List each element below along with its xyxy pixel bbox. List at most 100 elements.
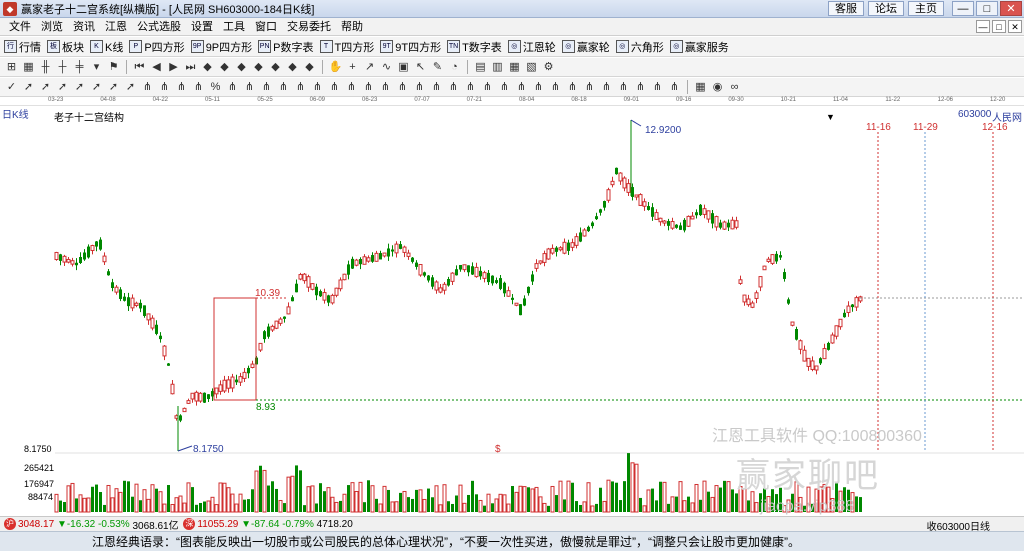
- dropdown-icon[interactable]: ▾: [89, 60, 104, 75]
- minimize-button[interactable]: —: [952, 1, 974, 16]
- fan-icon[interactable]: ⋔: [191, 80, 206, 95]
- hand-icon[interactable]: ✋: [328, 60, 343, 75]
- color-icon[interactable]: ◉: [710, 80, 725, 95]
- fan-icon[interactable]: ⋔: [259, 80, 274, 95]
- link-home[interactable]: 主页: [908, 1, 944, 16]
- arrow-icon[interactable]: ➚: [72, 80, 87, 95]
- percent-icon[interactable]: %: [208, 80, 223, 95]
- arrow-icon[interactable]: ➚: [21, 80, 36, 95]
- tools-icon[interactable]: ⚙: [541, 60, 556, 75]
- table-icon[interactable]: ▦: [507, 60, 522, 75]
- arrow-icon[interactable]: ➚: [106, 80, 121, 95]
- menu-formula[interactable]: 公式选股: [132, 18, 186, 36]
- diamond-icon[interactable]: ◆: [200, 60, 215, 75]
- menu-info[interactable]: 资讯: [68, 18, 100, 36]
- fan-icon[interactable]: ⋔: [293, 80, 308, 95]
- grid-icon[interactable]: ▦: [693, 80, 708, 95]
- index1-value[interactable]: 3048.17: [18, 519, 54, 530]
- link-support[interactable]: 客服: [828, 1, 864, 16]
- menu-gann[interactable]: 江恩: [100, 18, 132, 36]
- fan-icon[interactable]: ⋔: [361, 80, 376, 95]
- fan-icon[interactable]: ⋔: [463, 80, 478, 95]
- index2-value[interactable]: 11055.29: [197, 519, 238, 530]
- diamond-icon[interactable]: ◆: [217, 60, 232, 75]
- pie-icon[interactable]: ◔: [447, 60, 462, 75]
- menu-file[interactable]: 文件: [4, 18, 36, 36]
- tb-p-table-button[interactable]: PN P数字表: [258, 39, 314, 55]
- tb-kline-button[interactable]: K K线: [90, 39, 123, 55]
- prev-icon[interactable]: ◀: [149, 60, 164, 75]
- diamond-icon[interactable]: ◆: [285, 60, 300, 75]
- layout-icon[interactable]: ⊞: [4, 60, 19, 75]
- kline-chart[interactable]: 日K线 老子十二宫结构 ▼ 603000 人民网 11-16 11-29 12-…: [0, 106, 1024, 516]
- cursor-icon[interactable]: ↖: [413, 60, 428, 75]
- fan-icon[interactable]: ⋔: [599, 80, 614, 95]
- diamond-icon[interactable]: ◆: [302, 60, 317, 75]
- menu-settings[interactable]: 设置: [186, 18, 218, 36]
- arrow-icon[interactable]: ➚: [123, 80, 138, 95]
- first-icon[interactable]: ⏮: [132, 60, 147, 75]
- link-forum[interactable]: 论坛: [868, 1, 904, 16]
- mdi-restore-button[interactable]: □: [992, 20, 1006, 33]
- fan-icon[interactable]: ⋔: [395, 80, 410, 95]
- tb-sector-button[interactable]: 板板块: [47, 39, 84, 55]
- mark-icon[interactable]: ✓: [4, 80, 19, 95]
- menu-trade[interactable]: 交易委托: [282, 18, 336, 36]
- chevron-down-icon[interactable]: ▼: [826, 112, 835, 122]
- fan-icon[interactable]: ⋔: [531, 80, 546, 95]
- fan-icon[interactable]: ⋔: [633, 80, 648, 95]
- fan-icon[interactable]: ⋔: [514, 80, 529, 95]
- fan-icon[interactable]: ⋔: [616, 80, 631, 95]
- wave-icon[interactable]: ∿: [379, 60, 394, 75]
- tb-p-square-button[interactable]: P P四方形: [129, 39, 185, 55]
- fan-icon[interactable]: ⋔: [225, 80, 240, 95]
- last-icon[interactable]: ⏭: [183, 60, 198, 75]
- menu-browse[interactable]: 浏览: [36, 18, 68, 36]
- fan-icon[interactable]: ⋔: [344, 80, 359, 95]
- tb-quotes-button[interactable]: 行行情: [4, 39, 41, 55]
- fan-icon[interactable]: ⋔: [378, 80, 393, 95]
- close-button[interactable]: ✕: [1000, 1, 1022, 16]
- tb-9p-square-button[interactable]: 9P 9P四方形: [190, 39, 252, 55]
- fan-icon[interactable]: ⋔: [327, 80, 342, 95]
- line-icon[interactable]: ╪: [72, 60, 87, 75]
- candle-icon[interactable]: ╫: [38, 60, 53, 75]
- arrow-icon[interactable]: ➚: [55, 80, 70, 95]
- fan-icon[interactable]: ⋔: [650, 80, 665, 95]
- next-icon[interactable]: ▶: [166, 60, 181, 75]
- fan-icon[interactable]: ⋔: [565, 80, 580, 95]
- diamond-icon[interactable]: ◆: [268, 60, 283, 75]
- menu-tools[interactable]: 工具: [218, 18, 250, 36]
- tb-9t-square-button[interactable]: 9T 9T四方形: [380, 39, 441, 55]
- tb-service-button[interactable]: ◎ 赢家服务: [669, 39, 729, 55]
- grid-icon[interactable]: ▦: [21, 60, 36, 75]
- diamond-icon[interactable]: ◆: [234, 60, 249, 75]
- fan-icon[interactable]: ⋔: [412, 80, 427, 95]
- fan-icon[interactable]: ⋔: [276, 80, 291, 95]
- tb-t-square-button[interactable]: T T四方形: [319, 39, 374, 55]
- arrow-icon[interactable]: ➚: [38, 80, 53, 95]
- mdi-minimize-button[interactable]: —: [976, 20, 990, 33]
- tb-hexagon-button[interactable]: ◎ 六角形: [615, 39, 664, 55]
- save-icon[interactable]: ▥: [490, 60, 505, 75]
- infinity-icon[interactable]: ∞: [727, 80, 742, 95]
- fan-icon[interactable]: ⋔: [157, 80, 172, 95]
- chart-icon[interactable]: ▧: [524, 60, 539, 75]
- gift-icon[interactable]: ▣: [396, 60, 411, 75]
- fan-icon[interactable]: ⋔: [174, 80, 189, 95]
- fan-icon[interactable]: ⋔: [310, 80, 325, 95]
- maximize-button[interactable]: □: [976, 1, 998, 16]
- menu-window[interactable]: 窗口: [250, 18, 282, 36]
- fan-icon[interactable]: ⋔: [480, 80, 495, 95]
- fan-icon[interactable]: ⋔: [429, 80, 444, 95]
- diamond-icon[interactable]: ◆: [251, 60, 266, 75]
- flag-icon[interactable]: ⚑: [106, 60, 121, 75]
- fan-icon[interactable]: ⋔: [582, 80, 597, 95]
- tb-t-table-button[interactable]: TN T数字表: [447, 39, 502, 55]
- pin-icon[interactable]: ✎: [430, 60, 445, 75]
- menu-help[interactable]: 帮助: [336, 18, 368, 36]
- fan-icon[interactable]: ⋔: [140, 80, 155, 95]
- image-icon[interactable]: ▤: [473, 60, 488, 75]
- tb-winner-wheel-button[interactable]: ◎ 赢家轮: [561, 39, 610, 55]
- arrow-icon[interactable]: ➚: [89, 80, 104, 95]
